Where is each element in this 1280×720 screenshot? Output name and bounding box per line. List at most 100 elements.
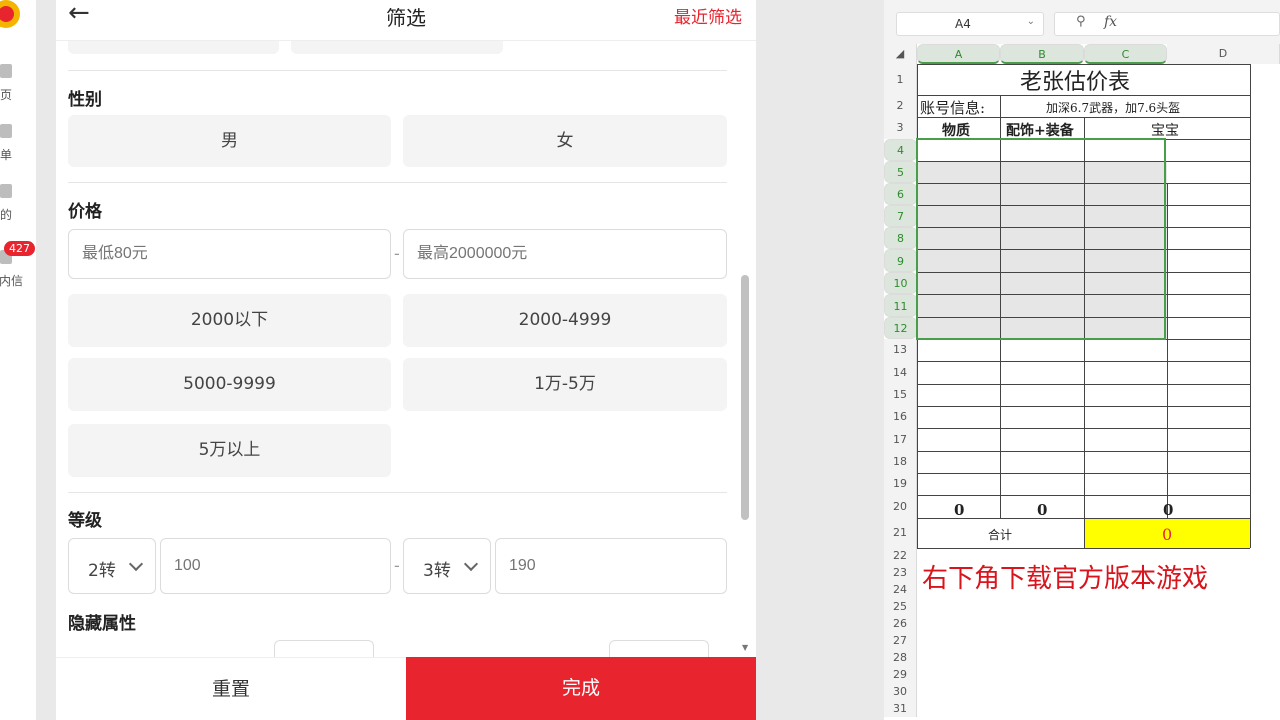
page-title: 筛选 (386, 6, 426, 30)
row-header[interactable]: 15 (884, 384, 917, 406)
range-dash: - (394, 244, 400, 263)
row-header[interactable]: 2 (884, 95, 917, 117)
section-title-hidden-attr: 隐藏属性 (68, 614, 136, 634)
level-max-input[interactable] (495, 538, 727, 594)
select-all-corner[interactable]: ◢ (884, 44, 917, 64)
filter-header: ← 筛选 最近筛选 (56, 0, 756, 41)
price-range-option[interactable]: 5万以上 (68, 424, 391, 477)
column-title-material: 物质 (942, 123, 970, 139)
grid-line (917, 548, 1250, 549)
chevron-down-icon: ⌄ (1026, 16, 1035, 27)
grid-line (1000, 95, 1001, 117)
column-header-a[interactable]: A (917, 44, 1000, 64)
row-header[interactable]: 14 (884, 361, 917, 384)
price-range-option[interactable]: 5000-9999 (68, 358, 391, 411)
scrollbar-thumb[interactable] (741, 275, 749, 520)
total-value: 0 (1162, 525, 1173, 544)
column-title-equipment: 配饰+装备 (1006, 123, 1074, 139)
row-header[interactable]: 16 (884, 406, 917, 428)
row-header[interactable]: 20 (884, 495, 917, 518)
home-icon (0, 64, 12, 78)
row-header[interactable]: 24 (884, 581, 917, 598)
section-title-gender: 性别 (68, 90, 102, 110)
row-header[interactable]: 21 (884, 518, 917, 548)
column-title-pet: 宝宝 (1151, 123, 1179, 139)
level-min-input[interactable] (160, 538, 391, 594)
price-range-option[interactable]: 2000以下 (68, 294, 391, 347)
chevron-down-icon (128, 556, 144, 572)
row-header[interactable]: 19 (884, 473, 917, 495)
row-header[interactable]: 12 (884, 317, 917, 339)
row-header[interactable]: 22 (884, 548, 917, 564)
account-value: 加深6.7武器，加7.6头盔 (1046, 101, 1181, 115)
row-header[interactable]: 3 (884, 117, 917, 139)
column-header-b[interactable]: B (1000, 44, 1084, 64)
price-min-input[interactable] (68, 229, 391, 279)
app-sidebar: 首页 订单 我的 站内信 427 (0, 0, 36, 720)
gender-option-male[interactable]: 男 (68, 115, 391, 167)
divider (68, 492, 727, 493)
divider (68, 70, 727, 71)
row-header[interactable]: 23 (884, 564, 917, 581)
row-header[interactable]: 29 (884, 666, 917, 683)
row-header[interactable]: 5 (884, 161, 917, 183)
level-min-select-value: 2转 (88, 561, 116, 581)
range-dash: - (394, 556, 400, 575)
row-header[interactable]: 26 (884, 615, 917, 632)
column-header-d[interactable]: D (1167, 44, 1280, 64)
reset-button[interactable]: 重置 (56, 657, 406, 720)
price-range-option[interactable]: 1万-5万 (403, 358, 727, 411)
account-label: 账号信息: (920, 99, 986, 117)
row-header[interactable]: 17 (884, 428, 917, 451)
row-header[interactable]: 18 (884, 451, 917, 473)
formula-input[interactable] (1054, 12, 1280, 36)
row-header[interactable]: 31 (884, 700, 917, 717)
grid-line (1250, 64, 1251, 548)
sum-cell-a: 0 (954, 501, 965, 519)
row-header[interactable]: 27 (884, 632, 917, 649)
function-icon[interactable]: fx (1104, 14, 1117, 30)
sum-cell-b: 0 (1037, 501, 1048, 519)
price-range-option[interactable]: 2000-4999 (403, 294, 727, 347)
price-max-input[interactable] (403, 229, 727, 279)
column-header-c[interactable]: C (1084, 44, 1167, 64)
row-header[interactable]: 1 (884, 64, 917, 95)
gender-option-female[interactable]: 女 (403, 115, 727, 167)
formula-bar: A4 ⌄ ⚲ fx (884, 0, 1280, 44)
user-icon (0, 184, 12, 198)
row-header[interactable]: 6 (884, 183, 917, 205)
zoom-icon[interactable]: ⚲ (1076, 14, 1086, 29)
message-count-badge: 427 (4, 241, 35, 256)
row-header[interactable]: 13 (884, 339, 917, 361)
row-header[interactable]: 11 (884, 294, 917, 317)
option-chip-partial[interactable] (291, 40, 503, 54)
done-button[interactable]: 完成 (406, 657, 756, 720)
section-title-price: 价格 (68, 202, 102, 222)
name-box[interactable]: A4 ⌄ (896, 12, 1044, 36)
row-header[interactable]: 10 (884, 272, 917, 294)
order-icon (0, 124, 12, 138)
filter-panel: ← 筛选 最近筛选 性别 男 女 价格 - 2000以下 2000-4999 5… (56, 0, 756, 720)
row-header[interactable]: 28 (884, 649, 917, 666)
chevron-down-icon (463, 556, 479, 572)
grid-line (1167, 183, 1168, 518)
sheet-title: 老张估价表 (1020, 70, 1131, 95)
row-header[interactable]: 30 (884, 683, 917, 700)
option-chip-partial[interactable] (68, 40, 279, 54)
spreadsheet: A4 ⌄ ⚲ fx ◢ A B C D 1 2 3 4 5 6 7 8 9 10 11 12 13 14 1… (884, 0, 1280, 720)
row-header[interactable]: 4 (884, 139, 917, 161)
row-header[interactable]: 25 (884, 598, 917, 615)
recent-filters-link[interactable]: 最近筛选 (674, 3, 742, 28)
level-max-select-value: 3转 (423, 561, 451, 581)
scroll-down-arrow-icon[interactable]: ▼ (742, 643, 748, 652)
total-label: 合计 (988, 528, 1013, 542)
row-header[interactable]: 9 (884, 249, 917, 272)
divider (68, 182, 727, 183)
sum-cell-c: 0 (1163, 501, 1174, 519)
level-max-select[interactable]: 3转 (403, 538, 491, 594)
level-min-select[interactable]: 2转 (68, 538, 156, 594)
row-header[interactable]: 7 (884, 205, 917, 227)
download-promo-text: 右下角下载官方版本游戏 (922, 564, 1209, 594)
row-header[interactable]: 8 (884, 227, 917, 249)
name-box-value: A4 (955, 17, 971, 31)
